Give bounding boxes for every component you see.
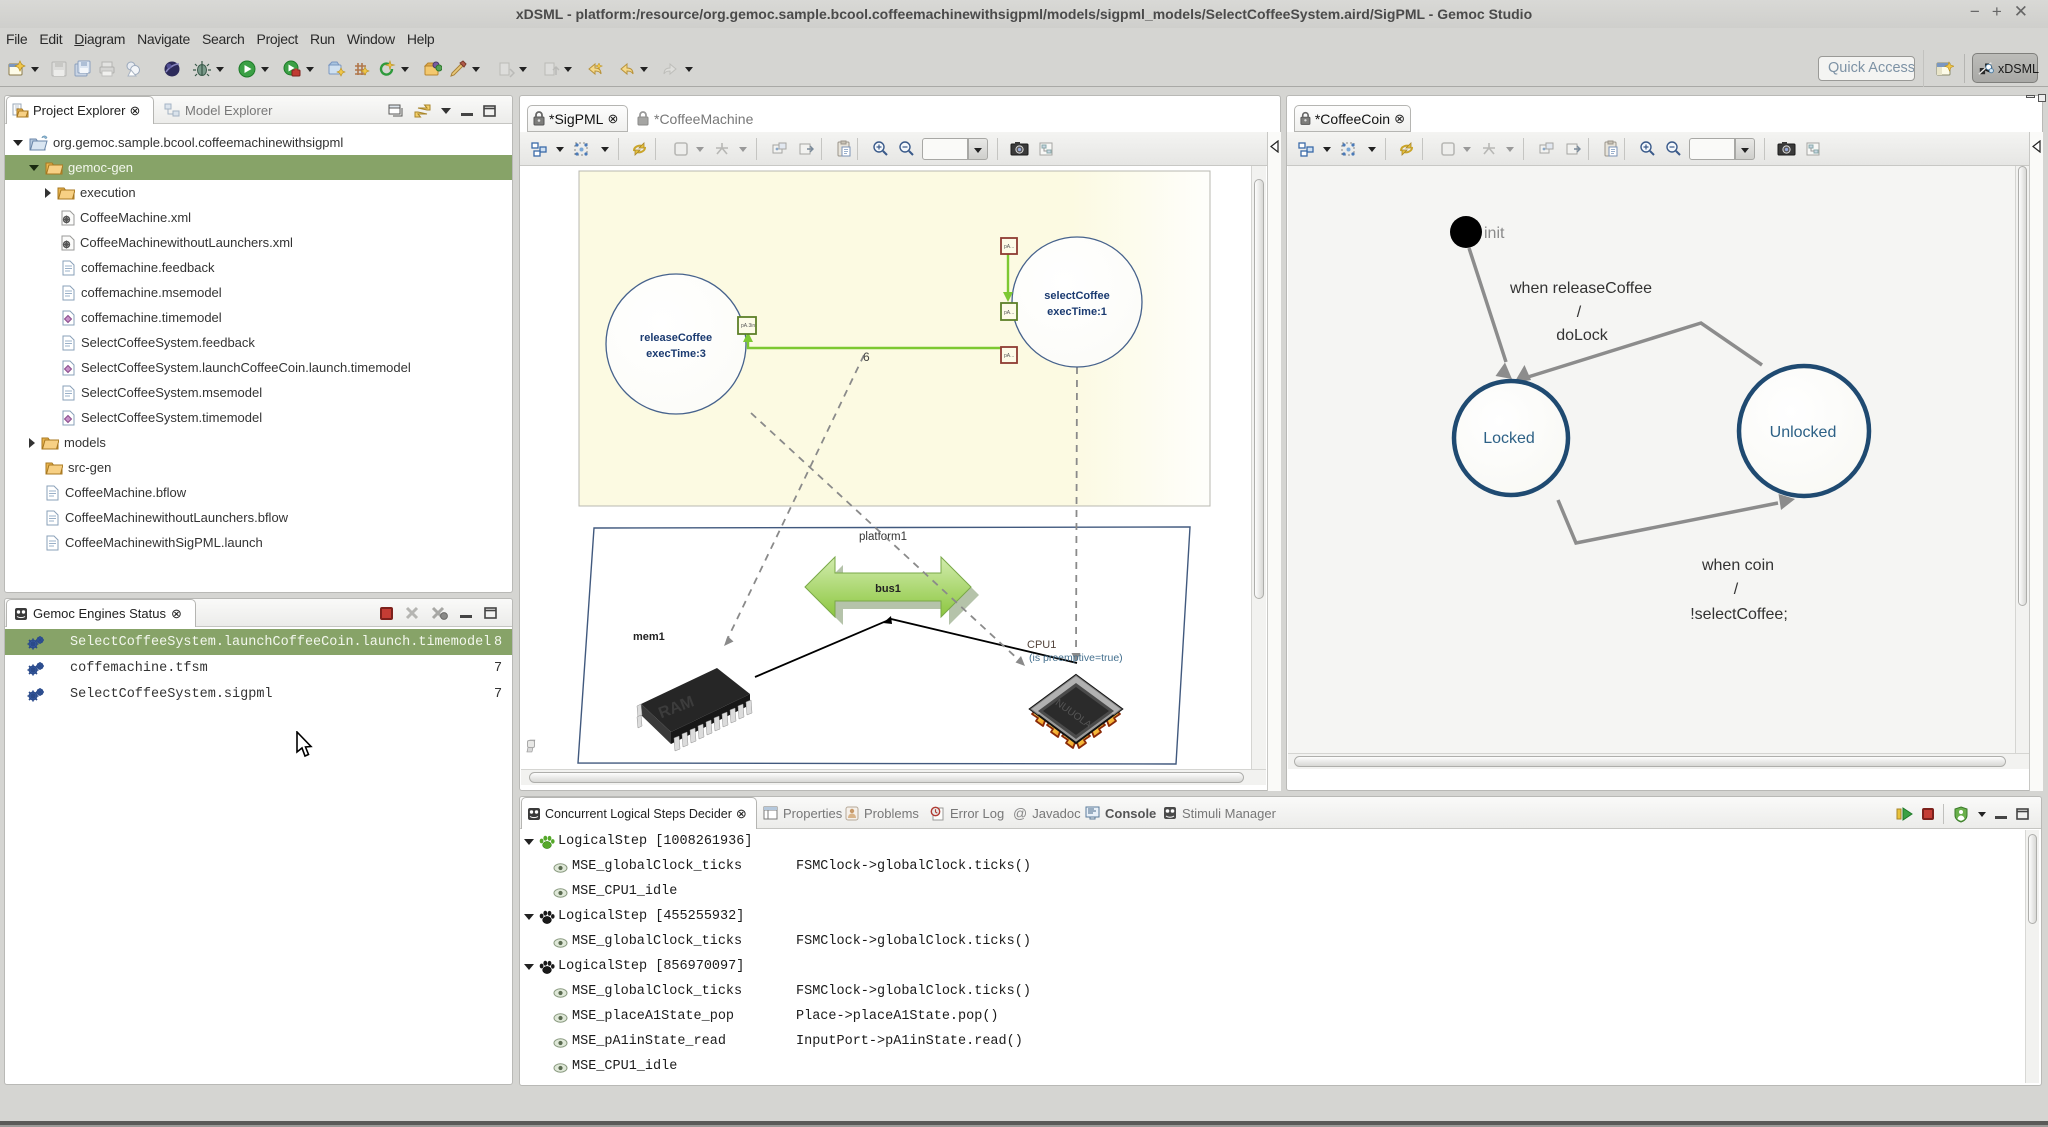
svg-text:execTime:1: execTime:1	[1047, 306, 1107, 318]
svg-text:init: init	[1484, 225, 1505, 242]
svg-text:(is preemptive=true): (is preemptive=true)	[1029, 652, 1123, 664]
svg-text:Unlocked: Unlocked	[1770, 424, 1837, 441]
svg-text:when coin: when coin	[1701, 557, 1774, 574]
svg-text:6: 6	[863, 350, 870, 364]
svg-text:bus1: bus1	[875, 583, 901, 595]
svg-text:pA.3in: pA.3in	[741, 323, 755, 329]
svg-text:mem1: mem1	[633, 631, 665, 643]
svg-text:execTime:3: execTime:3	[646, 348, 706, 360]
svg-text:pA...: pA...	[1004, 310, 1014, 316]
svg-text:CPU1: CPU1	[1027, 639, 1056, 651]
svg-text:pA...: pA...	[1004, 353, 1014, 359]
svg-text:releaseCoffee: releaseCoffee	[640, 332, 712, 344]
svg-text:doLock: doLock	[1556, 327, 1609, 344]
svg-text:/: /	[1734, 581, 1739, 598]
svg-text:/: /	[1577, 304, 1582, 321]
svg-text:pA...: pA...	[1004, 244, 1014, 250]
svg-text:when releaseCoffee: when releaseCoffee	[1509, 280, 1652, 297]
svg-text:selectCoffee: selectCoffee	[1044, 290, 1109, 302]
svg-text:!selectCoffee;: !selectCoffee;	[1690, 606, 1788, 623]
svg-text:platform1: platform1	[859, 531, 907, 543]
svg-text:Locked: Locked	[1483, 430, 1535, 447]
